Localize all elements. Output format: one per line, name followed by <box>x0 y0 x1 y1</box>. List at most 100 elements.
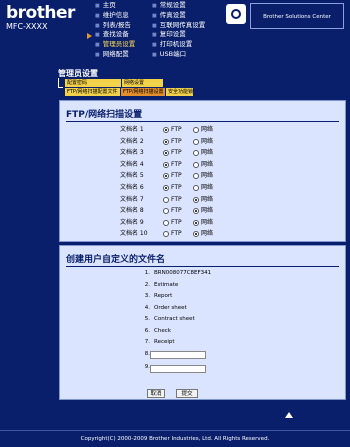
ftp-label: FTP <box>171 137 182 145</box>
network-radio[interactable] <box>193 161 199 168</box>
tab-network-settings[interactable]: 网络设置 <box>122 79 163 87</box>
ftp-radio[interactable] <box>163 161 169 168</box>
item-number: 8. <box>144 350 150 357</box>
item-filename: Receipt <box>154 339 175 345</box>
item-number: 3. <box>144 293 150 299</box>
brother-solutions-center-link[interactable]: Brother Solutions Center <box>250 3 344 29</box>
network-radio[interactable] <box>193 196 199 203</box>
item-number: 2. <box>144 281 150 288</box>
solutions-gear-icon[interactable] <box>226 4 246 24</box>
filename-item: 7. Receipt <box>140 339 175 345</box>
nav-right: ■ 常规设置 ■ 传真设置 ■ 互联网传真设置 ■ 复印设置 ■ 打印机设置 ■ USB端口 <box>152 1 205 60</box>
item-filename: Check <box>154 327 171 334</box>
item-filename: Estimate <box>154 281 179 288</box>
filename-row: 文档名 2 FTP 网络 <box>60 137 345 147</box>
item-filename: BRN008077C8EF341 <box>154 270 212 276</box>
nav-item-reports[interactable]: ■ 列表/报告 <box>95 21 135 31</box>
ftp-label: FTP <box>171 230 182 238</box>
network-radio[interactable] <box>193 231 199 238</box>
nav-item-ifax[interactable]: ■ 互联网传真设置 <box>152 21 205 31</box>
item-filename: Order sheet <box>154 304 187 311</box>
network-radio[interactable] <box>193 185 199 191</box>
ftp-settings-title: FTP/网络扫描设置 <box>66 110 143 120</box>
ftp-label: FTP <box>171 160 182 168</box>
network-radio[interactable] <box>193 150 199 157</box>
item-number: 9. <box>144 364 150 370</box>
item-number: 1. <box>144 270 150 276</box>
filename-item: 2. Estimate <box>140 281 179 288</box>
tree-connector <box>58 78 63 88</box>
filename-row: 文档名 3 FTP 网络 <box>60 148 345 158</box>
nav-item-home[interactable]: ■ 主页 <box>95 1 135 11</box>
network-label: 网络 <box>201 218 214 226</box>
nav-item-copy[interactable]: ■ 复印设置 <box>152 30 205 40</box>
filename-input[interactable] <box>150 351 206 359</box>
filename-item: 3. Report <box>140 293 172 299</box>
nav-item-network-config[interactable]: ■ 网络配置 <box>95 50 135 60</box>
nav-item-maintenance[interactable]: ■ 维护信息 <box>95 11 135 21</box>
nav-item-admin-settings[interactable]: ■ 管理员设置 <box>95 40 135 50</box>
network-radio[interactable] <box>193 173 199 180</box>
tab-ftp-settings[interactable]: FTP/网络扫描设置 <box>121 88 165 96</box>
filename-row: 文档名 7 FTP 网络 <box>60 195 345 205</box>
cancel-button[interactable]: 取消 <box>147 389 165 398</box>
network-radio[interactable] <box>193 208 199 215</box>
network-label: 网络 <box>201 184 214 191</box>
ftp-label: FTP <box>171 207 182 215</box>
nav-item-fax[interactable]: ■ 传真设置 <box>152 11 205 21</box>
copyright-footer: Copyright(C) 2000-2009 Brother Industrie… <box>0 430 350 447</box>
network-radio[interactable] <box>193 127 199 133</box>
filename-row: 文档名 5 FTP 网络 <box>60 171 345 181</box>
filename-row: 文档名 4 FTP 网络 <box>60 160 345 170</box>
scroll-to-top-icon[interactable] <box>285 412 293 418</box>
custom-filename-title: 创建用户自定义的文件名 <box>66 255 166 265</box>
tab-secure-function-lock[interactable]: 安全功能锁 <box>166 88 193 96</box>
item-filename: Report <box>154 293 173 299</box>
nav-item-find-device[interactable]: ■ 查找设备 <box>95 30 135 40</box>
network-label: 网络 <box>201 207 214 215</box>
nav-item-general[interactable]: ■ 常规设置 <box>152 1 205 11</box>
network-radio[interactable] <box>193 219 199 226</box>
filename-row: 文档名 9 FTP 网络 <box>60 218 345 228</box>
filename-row: 文档名 1 FTP 网络 <box>60 125 345 135</box>
model-name: MFC-XXXX <box>6 22 48 31</box>
network-radio[interactable] <box>193 138 199 145</box>
header: brother MFC-XXXX ■ 主页 ■ 维护信息 ■ 列表/报告 ■ 查找设备 … <box>0 0 350 58</box>
filename-item: 5. Contract sheet <box>140 316 195 322</box>
network-label: 网络 <box>201 230 214 238</box>
title-divider <box>66 266 339 267</box>
title-divider <box>66 121 339 122</box>
nav-item-usb[interactable]: ■ USB端口 <box>152 50 205 60</box>
ftp-radio[interactable] <box>163 196 169 203</box>
network-label: 网络 <box>201 172 214 180</box>
tab-password[interactable]: 配置密码 <box>65 79 121 87</box>
ftp-radio[interactable] <box>163 138 169 145</box>
ftp-settings-panel: FTP/网络扫描设置 文档名 1 FTP 网络 文档名 2 FTP 网络 文档名 3 FTP 网… <box>59 100 346 242</box>
current-page-arrow-icon <box>87 33 92 39</box>
filename-item: 1. BRN008077C8EF341 <box>140 270 211 276</box>
item-number: 6. <box>144 327 150 334</box>
filename-row: 文档名 6 FTP 网络 <box>60 183 345 193</box>
ftp-label: FTP <box>171 218 182 226</box>
network-label: 网络 <box>201 149 214 157</box>
ftp-label: FTP <box>171 184 182 191</box>
ftp-radio[interactable] <box>163 219 169 226</box>
network-label: 网络 <box>201 137 214 145</box>
item-filename: Contract sheet <box>154 316 195 322</box>
ftp-radio[interactable] <box>163 185 169 191</box>
nav-left: ■ 主页 ■ 维护信息 ■ 列表/报告 ■ 查找设备 ■ 管理员设置 ■ 网络配置 <box>95 1 135 60</box>
submit-button[interactable]: 提交 <box>176 389 198 398</box>
ftp-label: FTP <box>171 126 182 133</box>
nav-item-printer[interactable]: ■ 打印机设置 <box>152 40 205 50</box>
tab-ftp-profile[interactable]: FTP/网络扫描配置文件 <box>65 88 120 96</box>
filename-input[interactable] <box>150 364 206 373</box>
filename-row: 文档名 8 FTP 网络 <box>60 206 345 216</box>
admin-settings-title: 管理员设置 <box>58 69 98 78</box>
brother-logo[interactable]: brother <box>6 3 75 23</box>
filename-item: 6. Check <box>140 328 171 334</box>
network-label: 网络 <box>201 195 214 203</box>
network-label: 网络 <box>201 160 214 168</box>
ftp-radio[interactable] <box>163 127 169 133</box>
filename-item: 4. Order sheet <box>140 305 187 311</box>
network-label: 网络 <box>201 126 214 133</box>
